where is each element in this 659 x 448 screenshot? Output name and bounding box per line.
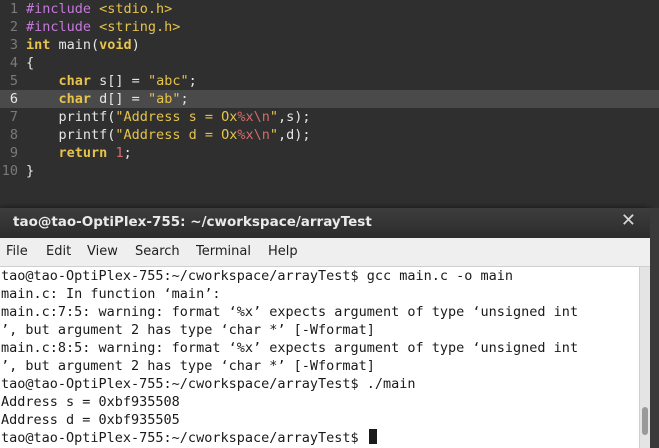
code-text: printf("Address s = Ox%x\n",s);	[26, 108, 311, 126]
code-text: #include <stdio.h>	[26, 0, 172, 18]
keyword: char	[58, 91, 92, 107]
format-specifier: %x\n	[237, 109, 270, 125]
string-literal: "	[269, 127, 278, 143]
code-editor[interactable]: 1 #include <stdio.h> 2 #include <string.…	[0, 0, 659, 208]
terminal-prompt-line[interactable]: tao@tao-OptiPlex-755:~/cworkspace/arrayT…	[0, 429, 639, 447]
editor-line-10[interactable]: 10 }	[0, 162, 659, 180]
code-text: return 1;	[26, 144, 132, 162]
code-text: }	[26, 162, 34, 180]
code-text: char d[] = "ab";	[26, 90, 189, 108]
include-header: <string.h>	[99, 19, 181, 35]
editor-line-9[interactable]: 9 return 1;	[0, 144, 659, 162]
terminal-line: Address d = 0xbf935505	[1, 412, 180, 428]
code-text: {	[26, 54, 34, 72]
function-call: printf(	[58, 127, 116, 143]
window-titlebar[interactable]: tao@tao-OptiPlex-755: ~/cworkspace/array…	[0, 208, 650, 238]
editor-line-5[interactable]: 5 char s[] = "abc";	[0, 72, 659, 90]
terminal-scrollbar[interactable]	[639, 267, 650, 448]
code-text: #include <string.h>	[26, 18, 180, 36]
terminal-line: main.c:8:5: warning: format ‘%x’ expects…	[1, 340, 579, 356]
code-text: printf("Address d = Ox%x\n",d);	[26, 126, 311, 144]
code-fragment: {	[26, 55, 35, 71]
code-text: int main(void)	[26, 36, 140, 54]
scrollbar-thumb[interactable]	[642, 407, 648, 435]
line-number: 10	[1, 163, 18, 179]
menu-search[interactable]: Search	[135, 244, 180, 259]
keyword: return	[58, 145, 108, 161]
editor-line-1[interactable]: 1 #include <stdio.h>	[0, 0, 659, 18]
string-literal: "Address s = Ox	[115, 109, 238, 125]
menu-terminal[interactable]: Terminal	[196, 244, 251, 259]
terminal-window[interactable]: tao@tao-OptiPlex-755: ~/cworkspace/array…	[0, 208, 650, 448]
editor-line-4[interactable]: 4 {	[0, 54, 659, 72]
editor-line-2[interactable]: 2 #include <string.h>	[0, 18, 659, 36]
editor-line-8[interactable]: 8 printf("Address d = Ox%x\n",d);	[0, 126, 659, 144]
code-fragment: ;	[180, 91, 189, 107]
code-fragment: ;	[123, 145, 132, 161]
menu-file[interactable]: File	[6, 244, 28, 259]
code-fragment: main(	[50, 37, 100, 53]
editor-line-7[interactable]: 7 printf("Address s = Ox%x\n",s);	[0, 108, 659, 126]
line-number: 2	[9, 19, 18, 35]
code-fragment: ,d);	[278, 127, 311, 143]
string-literal: "	[269, 109, 278, 125]
keyword: int	[26, 37, 51, 53]
code-fragment: )	[131, 37, 140, 53]
code-fragment: s[] =	[91, 73, 148, 89]
terminal-line: ’, but argument 2 has type ‘char *’ [-Wf…	[1, 322, 375, 338]
code-fragment: ;	[188, 73, 197, 89]
keyword: char	[58, 73, 92, 89]
line-number: 3	[9, 37, 18, 53]
line-number: 6	[9, 91, 18, 107]
terminal-line: tao@tao-OptiPlex-755:~/cworkspace/arrayT…	[1, 268, 514, 284]
string-literal: "Address d = Ox	[115, 127, 238, 143]
menu-bar: File Edit View Search Terminal Help	[0, 238, 650, 267]
preprocessor-directive: #include	[26, 19, 100, 35]
include-header: <stdio.h>	[99, 1, 173, 17]
function-call: printf(	[58, 109, 116, 125]
code-fragment: d[] =	[91, 91, 148, 107]
preprocessor-directive: #include	[26, 1, 100, 17]
editor-line-3[interactable]: 3 int main(void)	[0, 36, 659, 54]
menu-view[interactable]: View	[87, 244, 118, 259]
editor-line-6[interactable]: 6 char d[] = "ab";	[0, 90, 659, 108]
terminal-line: tao@tao-OptiPlex-755:~/cworkspace/arrayT…	[1, 376, 416, 392]
terminal-line: Address s = 0xbf935508	[1, 394, 180, 410]
terminal-output[interactable]: tao@tao-OptiPlex-755:~/cworkspace/arrayT…	[0, 267, 639, 448]
line-number: 7	[9, 109, 18, 125]
line-number: 9	[9, 145, 18, 161]
string-literal: "ab"	[147, 91, 181, 107]
line-number: 8	[9, 127, 18, 143]
text-cursor	[368, 429, 377, 444]
menu-edit[interactable]: Edit	[46, 244, 71, 259]
code-fragment: }	[26, 163, 35, 179]
close-icon[interactable]: ✕	[621, 210, 636, 231]
line-number: 1	[9, 1, 18, 17]
window-title: tao@tao-OptiPlex-755: ~/cworkspace/array…	[13, 214, 372, 230]
line-number: 5	[9, 73, 18, 89]
line-number: 4	[9, 55, 18, 71]
format-specifier: %x\n	[237, 127, 270, 143]
terminal-line: main.c: In function ‘main’:	[1, 286, 221, 302]
menu-help[interactable]: Help	[268, 244, 298, 259]
terminal-line: ’, but argument 2 has type ‘char *’ [-Wf…	[1, 358, 375, 374]
code-text: char s[] = "abc";	[26, 72, 197, 90]
terminal-line: main.c:7:5: warning: format ‘%x’ expects…	[1, 304, 579, 320]
number-literal: 1	[115, 145, 124, 161]
terminal-prompt: tao@tao-OptiPlex-755:~/cworkspace/arrayT…	[1, 430, 367, 446]
keyword: void	[99, 37, 132, 53]
string-literal: "abc"	[147, 73, 189, 89]
code-fragment: ,s);	[278, 109, 311, 125]
background-strip	[650, 208, 659, 448]
